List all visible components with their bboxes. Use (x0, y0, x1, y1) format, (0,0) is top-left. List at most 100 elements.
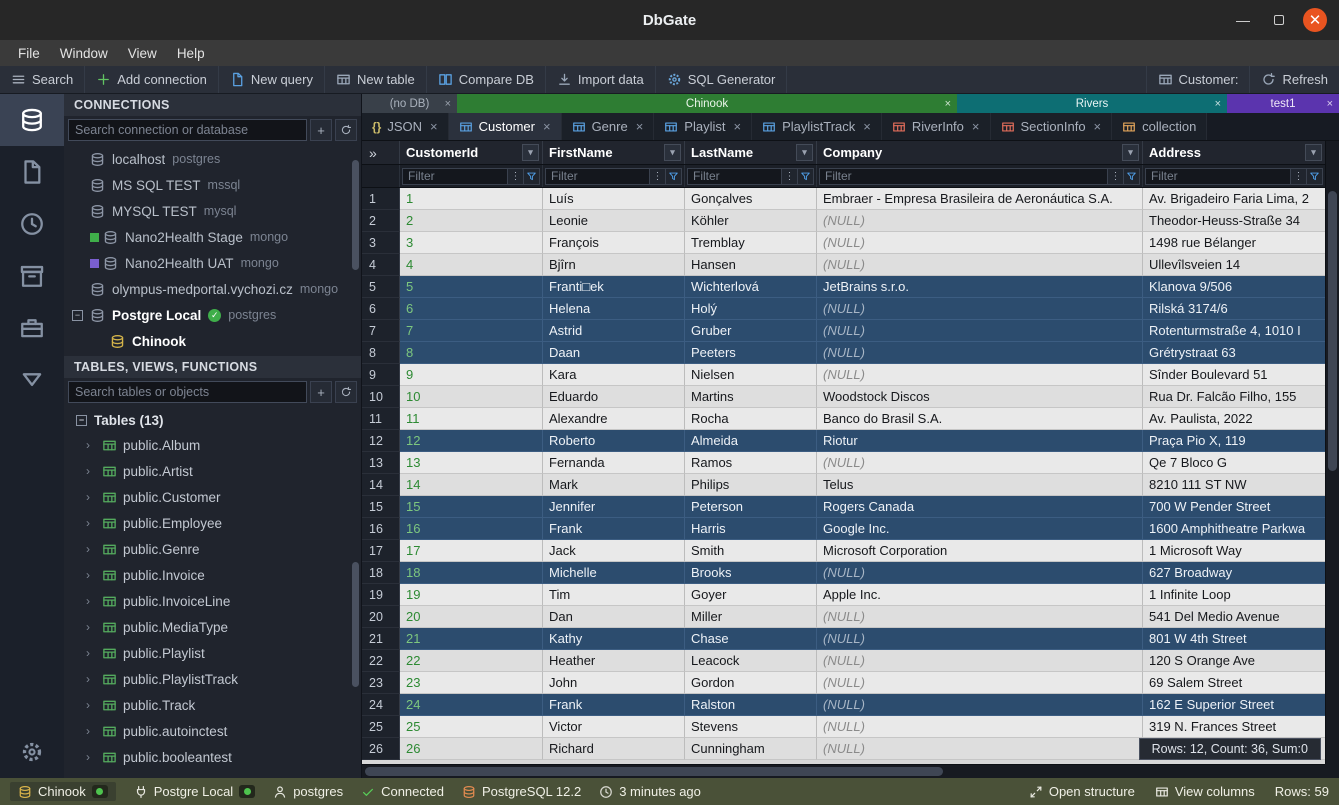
cell-id[interactable]: 17 (400, 540, 543, 562)
cell-company[interactable]: (NULL) (817, 210, 1143, 232)
cell-last[interactable]: Ralston (685, 694, 817, 716)
cell-company[interactable]: (NULL) (817, 694, 1143, 716)
row-number[interactable]: 22 (362, 650, 400, 672)
cell-company[interactable]: (NULL) (817, 232, 1143, 254)
cell-first[interactable]: Frank (543, 694, 685, 716)
cell-address[interactable]: 1 Microsoft Way (1143, 540, 1325, 562)
cell-company[interactable]: (NULL) (817, 364, 1143, 386)
cell-last[interactable]: Miller (685, 606, 817, 628)
row-number[interactable]: 1 (362, 188, 400, 210)
cell-id[interactable]: 6 (400, 298, 543, 320)
cell-id[interactable]: 9 (400, 364, 543, 386)
tab-close-icon[interactable]: × (636, 119, 644, 134)
cell-first[interactable]: Jennifer (543, 496, 685, 518)
connection-search-input[interactable] (68, 119, 307, 141)
row-number[interactable]: 11 (362, 408, 400, 430)
cell-address[interactable]: 1 Infinite Loop (1143, 584, 1325, 606)
tab-json[interactable]: {}JSON× (362, 113, 449, 140)
cell-address[interactable]: 69 Salem Street (1143, 672, 1325, 694)
cell-id[interactable]: 14 (400, 474, 543, 496)
collapse-icon[interactable]: − (76, 415, 87, 426)
cell-first[interactable]: Richard (543, 738, 685, 760)
cell-first[interactable]: Leonie (543, 210, 685, 232)
cell-address[interactable]: Av. Paulista, 2022 (1143, 408, 1325, 430)
cell-last[interactable]: Cunningham (685, 738, 817, 760)
cell-last[interactable]: Ramos (685, 452, 817, 474)
row-number[interactable]: 5 (362, 276, 400, 298)
connection-item-postgre-local[interactable]: −Postgre Local✓postgres (64, 302, 361, 328)
cell-company[interactable]: Telus (817, 474, 1143, 496)
filter-input-address[interactable] (1145, 168, 1291, 185)
cell-id[interactable]: 24 (400, 694, 543, 716)
activity-database[interactable] (0, 94, 64, 146)
cell-first[interactable]: Dan (543, 606, 685, 628)
status-rows-59[interactable]: Rows: 59 (1275, 784, 1329, 799)
cell-id[interactable]: 22 (400, 650, 543, 672)
table-item-public-mediatype[interactable]: ›public.MediaType (64, 614, 361, 640)
cell-last[interactable]: Gordon (685, 672, 817, 694)
tab-close-icon[interactable]: × (972, 119, 980, 134)
cell-address[interactable]: Rua Dr. Falcão Filho, 155 (1143, 386, 1325, 408)
cell-id[interactable]: 8 (400, 342, 543, 364)
cell-company[interactable]: Google Inc. (817, 518, 1143, 540)
toolbar-search-button[interactable]: Search (0, 66, 85, 93)
connection-item-ms-sql-test[interactable]: MS SQL TESTmssql (64, 172, 361, 198)
refresh-tables-button[interactable] (335, 381, 357, 403)
table-search-input[interactable] (68, 381, 307, 403)
tab-close-icon[interactable]: × (445, 98, 451, 110)
cell-first[interactable]: Franti□ek (543, 276, 685, 298)
cell-id[interactable]: 4 (400, 254, 543, 276)
column-header-address[interactable]: Address▾ (1143, 141, 1325, 164)
connection-item-nano2health-uat[interactable]: Nano2Health UATmongo (64, 250, 361, 276)
toolbar-import-data-button[interactable]: Import data (546, 66, 656, 93)
table-item-public-invoiceline[interactable]: ›public.InvoiceLine (64, 588, 361, 614)
cell-first[interactable]: John (543, 672, 685, 694)
tab-close-icon[interactable]: × (543, 119, 551, 134)
cell-first[interactable]: Astrid (543, 320, 685, 342)
cell-first[interactable]: Alexandre (543, 408, 685, 430)
row-number[interactable]: 21 (362, 628, 400, 650)
tab-close-icon[interactable]: × (430, 119, 438, 134)
connection-item-nano2health-stage[interactable]: Nano2Health Stagemongo (64, 224, 361, 250)
table-item-public-autoinctest[interactable]: ›public.autoinctest (64, 718, 361, 744)
cell-id[interactable]: 1 (400, 188, 543, 210)
minimize-button[interactable]: — (1231, 8, 1255, 32)
cell-company[interactable]: (NULL) (817, 298, 1143, 320)
cell-id[interactable]: 7 (400, 320, 543, 342)
cell-company[interactable]: Apple Inc. (817, 584, 1143, 606)
menu-help[interactable]: Help (167, 43, 215, 64)
cell-last[interactable]: Köhler (685, 210, 817, 232)
cell-last[interactable]: Stevens (685, 716, 817, 738)
filter-input-customerid[interactable] (402, 168, 508, 185)
row-number[interactable]: 20 (362, 606, 400, 628)
tab-collection[interactable]: collection (1112, 113, 1207, 140)
cell-last[interactable]: Peeters (685, 342, 817, 364)
cell-id[interactable]: 12 (400, 430, 543, 452)
cell-last[interactable]: Philips (685, 474, 817, 496)
cell-first[interactable]: Eduardo (543, 386, 685, 408)
cell-address[interactable]: 801 W 4th Street (1143, 628, 1325, 650)
row-number[interactable]: 3 (362, 232, 400, 254)
cell-id[interactable]: 20 (400, 606, 543, 628)
cell-first[interactable]: Fernanda (543, 452, 685, 474)
cell-id[interactable]: 21 (400, 628, 543, 650)
connection-item-olympus-medportal-vychozi-cz[interactable]: olympus-medportal.vychozi.czmongo (64, 276, 361, 302)
status-postgre-local[interactable]: Postgre Local (134, 784, 256, 799)
cell-id[interactable]: 25 (400, 716, 543, 738)
cell-address[interactable]: Qe 7 Bloco G (1143, 452, 1325, 474)
cell-company[interactable]: Microsoft Corporation (817, 540, 1143, 562)
filter-funnel-button[interactable] (524, 168, 540, 185)
column-dropdown-button[interactable]: ▾ (796, 144, 813, 161)
table-item-public-employee[interactable]: ›public.Employee (64, 510, 361, 536)
activity-gear[interactable] (0, 726, 64, 778)
tab-close-icon[interactable]: × (1327, 98, 1333, 110)
cell-first[interactable]: Mark (543, 474, 685, 496)
cell-id[interactable]: 5 (400, 276, 543, 298)
row-number[interactable]: 15 (362, 496, 400, 518)
table-item-public-customer[interactable]: ›public.Customer (64, 484, 361, 510)
cell-address[interactable]: 8210 111 ST NW (1143, 474, 1325, 496)
cell-last[interactable]: Holý (685, 298, 817, 320)
connections-scrollbar[interactable] (352, 160, 359, 270)
cell-company[interactable]: (NULL) (817, 650, 1143, 672)
cell-last[interactable]: Tremblay (685, 232, 817, 254)
